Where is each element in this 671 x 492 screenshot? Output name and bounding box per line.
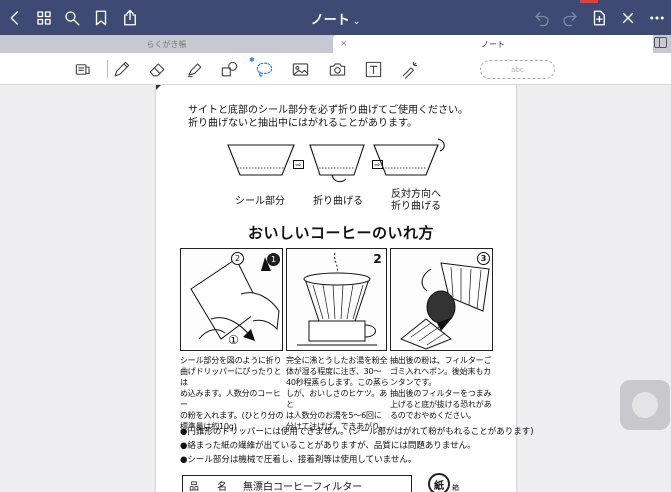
panel-3-text: 抽出後の粉は、フィルターご ゴミ入れへポン。後始末もカ ンタンです。 抽出後のフィルタ…	[390, 356, 492, 420]
panel-2-illustration	[297, 252, 377, 346]
panel-1-num-circle: ①	[227, 332, 240, 347]
eraser-icon[interactable]	[146, 59, 168, 79]
tab-close-icon[interactable]: ×	[340, 39, 348, 49]
add-page-icon[interactable]	[589, 8, 609, 28]
note-line-1: ●円錐形のドリッパーには使用できません。(シール部がはがれて粉がもれることがあり…	[180, 427, 534, 437]
camera-icon[interactable]	[326, 59, 348, 79]
pen-icon[interactable]	[110, 59, 132, 79]
brewing-heading: おいしいコーヒーのいれ方	[248, 224, 435, 242]
panel-2-num: 2	[371, 252, 384, 266]
instruction-panel-2: 2	[286, 248, 387, 351]
lasso-preview-box[interactable]: abc	[480, 60, 555, 79]
assistive-touch-icon	[632, 392, 658, 418]
fold-diagram	[227, 138, 445, 183]
tools-bar: ✱ abc	[0, 53, 671, 85]
tab-note[interactable]: × ノート	[333, 35, 653, 53]
note-canvas[interactable]: サイトと底部のシール部分を必ず折り曲げてご使用ください。 折り曲げないと抽出中に…	[0, 85, 671, 492]
fold-arrow-glyph: ⇨	[295, 160, 302, 169]
product-name-value: 無漂白コーヒーフィルター	[243, 481, 363, 492]
fold-step-3-label: 反対方向へ 折り曲げる	[391, 189, 441, 212]
bookmark-icon[interactable]	[91, 8, 111, 28]
product-name-key: 品 名	[189, 481, 231, 492]
panel-3-illustration	[400, 262, 490, 350]
divider	[107, 60, 108, 78]
highlighter-icon[interactable]	[183, 59, 205, 79]
tab-rakugakicho[interactable]: らくがき帳	[0, 35, 333, 53]
chevron-down-icon[interactable]: ⌄	[353, 17, 361, 27]
note-page[interactable]: サイトと底部のシール部分を必ず折り曲げてご使用ください。 折り曲げないと抽出中に…	[156, 85, 534, 492]
text-icon[interactable]	[362, 59, 384, 79]
product-name-box: 品 名 無漂白コーヒーフィルター	[182, 475, 412, 492]
intro-line: 折り曲げないと抽出中にはがれることがあります。	[188, 118, 417, 129]
instruction-panel-3: 3	[390, 248, 493, 351]
top-toolbar: ノート ⌄	[0, 0, 671, 35]
laser-pointer-icon[interactable]	[398, 59, 420, 79]
more-icon[interactable]	[647, 8, 667, 28]
fold-step-1-label: シール部分	[235, 196, 285, 207]
tab-label: らくがき帳	[146, 39, 187, 49]
note-line-3: ●シール部分は機械で圧着し、接着剤等は使用していません。	[180, 455, 417, 465]
panel-1-num-2: 2	[231, 252, 244, 265]
tab-label: ノート	[481, 39, 505, 49]
panel-2-text: 完全に沸とうしたお湯を粉全 体が湿る程度に注ぎ、30〜 40秒程蒸らします。この蒸ら…	[286, 356, 389, 431]
fold-step-2-label: 折り曲げる	[313, 196, 363, 207]
image-icon[interactable]	[289, 59, 311, 79]
share-icon[interactable]	[120, 8, 140, 28]
split-view-icon[interactable]	[654, 37, 667, 48]
recycle-side-label: 箱	[452, 484, 459, 492]
fold-arrow-glyph: ⇨	[374, 160, 381, 169]
undo-icon[interactable]	[532, 8, 552, 28]
note-line-2: ●絡まった紙の繊維が出ていることがありますが、品質には問題ありません。	[180, 441, 476, 451]
redo-icon[interactable]	[560, 8, 580, 28]
recycle-mark-icon: 紙	[428, 473, 450, 492]
lasso-icon[interactable]	[253, 59, 275, 79]
fold-arrow-1: ⇨	[293, 160, 304, 169]
grid-icon[interactable]	[34, 8, 54, 28]
panel-1-num-1: 1	[267, 253, 280, 266]
close-icon[interactable]	[618, 8, 638, 28]
fold-arrow-2: ⇨	[372, 160, 383, 169]
document-title-text: ノート	[310, 13, 350, 28]
chevron-left-icon[interactable]	[5, 8, 25, 28]
search-icon[interactable]	[62, 8, 82, 28]
intro-line: サイトと底部のシール部分を必ず折り曲げてご使用ください。	[188, 105, 468, 116]
notification-indicator	[580, 0, 598, 3]
lasso-hint-text: abc	[511, 65, 524, 74]
instruction-panel-1: 2 1 ①	[180, 248, 283, 351]
page-corner-mark	[156, 85, 161, 90]
intro-text: サイトと底部のシール部分を必ず折り曲げてご使用ください。 折り曲げないと抽出中に…	[188, 104, 508, 130]
shapes-icon[interactable]	[218, 59, 240, 79]
panel-1-text: シール部分を図のように折り 曲げドリッパーにぴったりとは め込みます。人数分のコーヒ…	[180, 356, 284, 431]
scan-icon[interactable]	[72, 59, 94, 79]
panel-3-num: 3	[477, 252, 490, 265]
tab-bar: らくがき帳 × ノート	[0, 35, 671, 53]
assistive-touch-button[interactable]	[620, 380, 670, 430]
